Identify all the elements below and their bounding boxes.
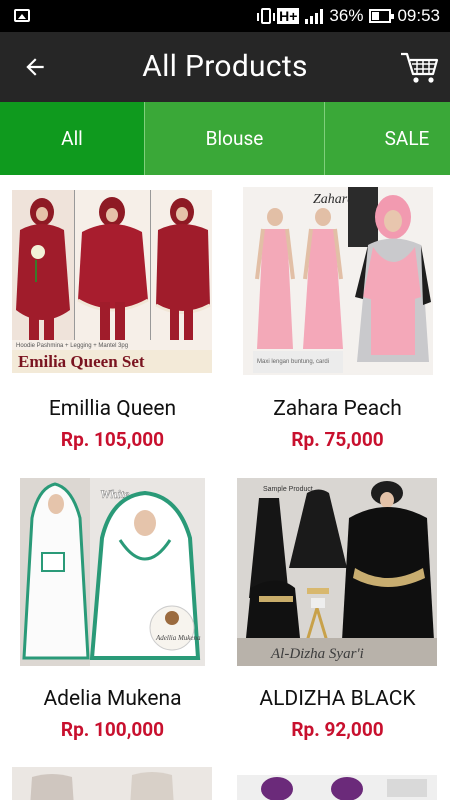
gallery-notification-icon <box>14 9 30 22</box>
category-tabs: All Blouse SALE <box>0 102 450 175</box>
image-caption: Adellia Mukena <box>155 634 201 642</box>
tab-sale[interactable]: SALE <box>325 102 450 175</box>
product-price: Rp. 75,000 <box>291 428 384 451</box>
product-name: Zahara Peach <box>273 397 402 421</box>
shopping-cart-icon <box>401 52 439 83</box>
product-grid: Hoodie Pashmina + Legging + Mantel 3pg E… <box>0 175 450 800</box>
product-price: Rp. 105,000 <box>60 428 165 451</box>
product-name: Emillia Queen <box>48 397 177 421</box>
product-image: Zahara Maxi lengan buntung, cardi <box>243 187 433 375</box>
product-price: Rp. 92,000 <box>291 718 384 741</box>
product-name: ALDIZHA BLACK <box>259 687 416 711</box>
product-image: Hoodie Pashmina + Legging + Mantel 3pg E… <box>12 190 212 373</box>
svg-text:Hoodie Pashmina + Legging + Ma: Hoodie Pashmina + Legging + Mantel 3pg <box>16 343 128 349</box>
product-card[interactable]: Zahara Maxi lengan buntung, cardi Zahara… <box>225 175 450 465</box>
network-type: H+ <box>277 8 300 24</box>
status-icons: H+ 36% 09:53 <box>257 0 440 32</box>
product-card[interactable] <box>225 755 450 800</box>
tab-blouse[interactable]: Blouse <box>145 102 325 175</box>
product-card[interactable]: Sample Product Al-Dizha Syar'i ALDIZHA B… <box>225 465 450 755</box>
product-card[interactable]: Hoodie Pashmina + Legging + Mantel 3pg E… <box>0 175 225 465</box>
clock: 09:53 <box>397 6 440 25</box>
svg-text:Sample Product: Sample Product <box>263 486 313 493</box>
product-image: Sample Product Al-Dizha Syar'i <box>237 478 437 666</box>
app-bar: All Products <box>0 32 450 102</box>
product-card[interactable]: White Adellia Mukena Adelia Mukena Rp. 1… <box>0 465 225 755</box>
svg-text:Maxi lengan buntung, cardi: Maxi lengan buntung, cardi <box>257 359 329 365</box>
cart-button[interactable] <box>398 46 440 88</box>
product-price: Rp. 100,000 <box>60 718 165 741</box>
tab-all[interactable]: All <box>0 102 145 175</box>
product-image: White Adellia Mukena <box>20 478 205 666</box>
image-caption: Al-Dizha Syar'i <box>270 646 364 662</box>
product-image <box>237 775 437 800</box>
back-button[interactable] <box>16 48 54 86</box>
arrow-left-icon <box>26 58 44 76</box>
status-bar: H+ 36% 09:53 <box>0 0 450 32</box>
image-caption: Emilia Queen Set <box>18 352 145 371</box>
vibrate-icon <box>257 8 276 24</box>
page-title: All Products <box>142 49 308 84</box>
battery-percent: 36% <box>329 6 364 25</box>
product-name: Adelia Mukena <box>43 687 182 711</box>
product-card[interactable] <box>0 755 225 800</box>
battery-icon <box>369 9 395 23</box>
product-image <box>12 767 212 800</box>
signal-icon <box>305 8 324 24</box>
